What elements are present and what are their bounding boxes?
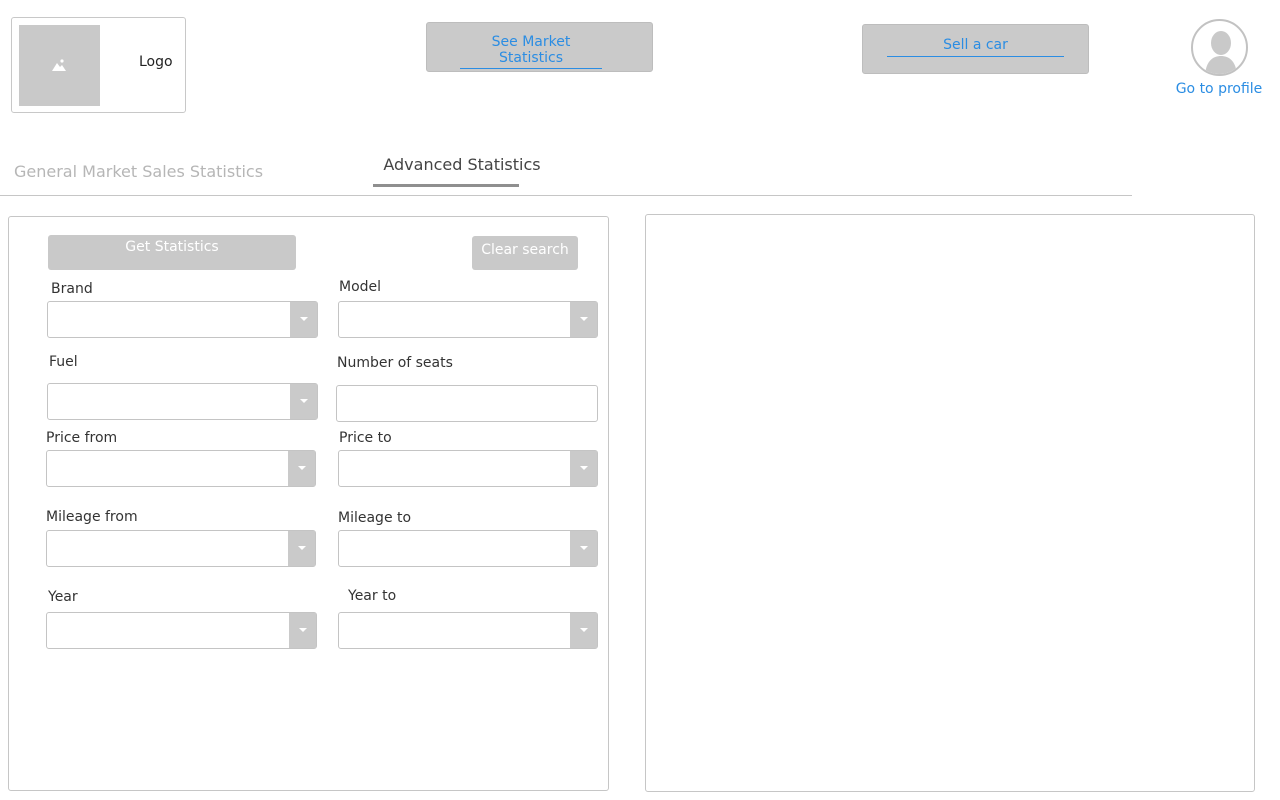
year-label: Year xyxy=(48,589,78,605)
chevron-down-icon xyxy=(288,451,315,486)
tab-general-market-sales-statistics[interactable]: General Market Sales Statistics xyxy=(14,162,263,181)
fuel-label: Fuel xyxy=(49,354,78,370)
mileage-from-dropdown[interactable] xyxy=(46,530,316,567)
chevron-down-icon xyxy=(570,613,597,648)
chevron-down-icon xyxy=(570,531,597,566)
sell-a-car-link[interactable]: Sell a car xyxy=(887,37,1064,57)
tab-advanced-statistics[interactable]: Advanced Statistics xyxy=(373,155,551,174)
chevron-down-icon xyxy=(570,302,597,337)
mileage-from-label: Mileage from xyxy=(46,509,138,525)
tabs-divider xyxy=(0,195,1132,196)
clear-search-button[interactable]: Clear search xyxy=(472,236,578,270)
see-market-statistics-link[interactable]: See Market Statistics xyxy=(460,34,602,69)
model-label: Model xyxy=(339,279,382,295)
logo-text: Logo xyxy=(139,54,173,70)
brand-label: Brand xyxy=(51,281,93,297)
price-to-label: Price to xyxy=(339,430,392,446)
mileage-to-dropdown[interactable] xyxy=(338,530,598,567)
price-from-label: Price from xyxy=(46,430,118,446)
brand-dropdown[interactable] xyxy=(47,301,318,338)
number-of-seats-input[interactable] xyxy=(336,385,598,422)
number-of-seats-label: Number of seats xyxy=(337,355,453,371)
price-to-dropdown[interactable] xyxy=(338,450,598,487)
logo: Logo xyxy=(11,17,186,113)
fuel-dropdown[interactable] xyxy=(47,383,318,420)
image-placeholder-icon xyxy=(19,25,100,106)
mileage-to-label: Mileage to xyxy=(338,510,412,526)
chevron-down-icon xyxy=(290,384,317,419)
price-from-dropdown[interactable] xyxy=(46,450,316,487)
chevron-down-icon xyxy=(289,613,316,648)
go-to-profile-link[interactable]: Go to profile xyxy=(1160,81,1278,97)
chevron-down-icon xyxy=(570,451,597,486)
year-to-label: Year to xyxy=(348,588,397,604)
year-dropdown[interactable] xyxy=(46,612,317,649)
active-tab-indicator xyxy=(373,184,519,187)
year-to-dropdown[interactable] xyxy=(338,612,598,649)
see-market-statistics-button[interactable]: See Market Statistics xyxy=(426,22,653,72)
chevron-down-icon xyxy=(288,531,315,566)
user-avatar-icon[interactable] xyxy=(1191,19,1248,76)
results-panel xyxy=(645,214,1255,792)
model-dropdown[interactable] xyxy=(338,301,598,338)
sell-a-car-button[interactable]: Sell a car xyxy=(862,24,1089,74)
chevron-down-icon xyxy=(290,302,317,337)
get-statistics-button[interactable]: Get Statistics xyxy=(48,235,296,270)
